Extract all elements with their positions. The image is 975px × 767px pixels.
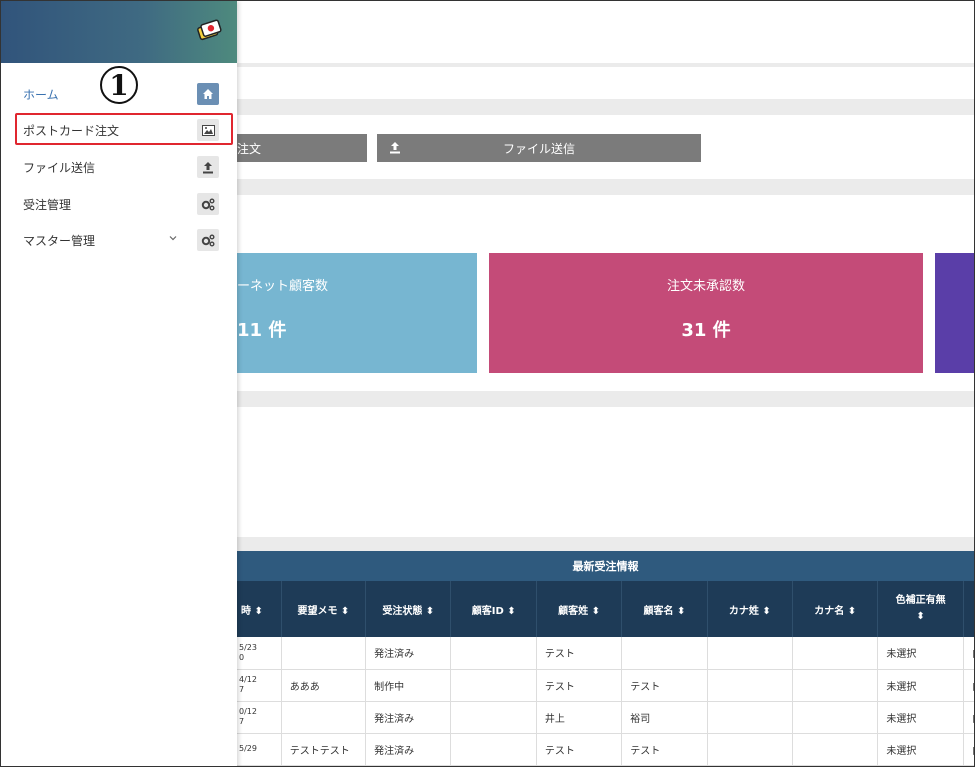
cell-last-name: テスト — [536, 637, 623, 670]
cell-status: 発注済み — [365, 701, 452, 734]
cell-status: 制作中 — [365, 669, 452, 702]
cell-extra: 白 — [963, 733, 974, 766]
cell-memo: あああ — [281, 669, 367, 702]
stat-card-net-customers: ーネット顧客数 11 件 — [237, 253, 477, 373]
cell-first-name: テスト — [621, 733, 708, 766]
cell-customer-id — [450, 733, 537, 766]
col-color-fix[interactable]: 色補正有無 ⬍ — [877, 581, 964, 637]
col-memo[interactable]: 要望メモ ⬍ — [281, 581, 367, 637]
cell-date-line2: 7 — [239, 685, 245, 694]
col-kana-first[interactable]: カナ名 ⬍ — [792, 581, 879, 637]
col-date[interactable]: 時 ⬍ — [237, 581, 282, 637]
sidebar: 1 ホーム ポストカード注文 ファイル送信 受注管理 マスター管理 — [1, 1, 237, 766]
cell-kana-last — [707, 733, 794, 766]
sidebar-item-order-management[interactable]: 受注管理 — [5, 189, 231, 219]
table-row[interactable]: 4/127あああ制作中テストテスト未選択白 — [237, 669, 974, 702]
cell-last-name: 井上 — [536, 701, 623, 734]
cell-kana-last — [707, 669, 794, 702]
main-content: 注文 ファイル送信 ーネット顧客数 11 件 注文未承認数 31 件 最新受注情… — [237, 1, 974, 766]
cell-first-name: 裕司 — [621, 701, 708, 734]
cell-kana-last — [707, 637, 794, 670]
cell-memo: テストテスト — [281, 733, 367, 766]
cell-memo — [281, 637, 367, 670]
col-status[interactable]: 受注状態 ⬍ — [365, 581, 452, 637]
table-row[interactable]: 5/29テストテスト発注済みテストテスト未選択白 — [237, 733, 974, 766]
cell-customer-id — [450, 637, 537, 670]
sidebar-item-label: 受注管理 — [23, 197, 72, 212]
sidebar-item-file-send[interactable]: ファイル送信 — [5, 152, 231, 182]
col-customer-id[interactable]: 顧客ID ⬍ — [450, 581, 537, 637]
cell-date: 4/12 7 — [237, 669, 282, 702]
postcard-order-button[interactable]: 注文 — [237, 134, 367, 162]
upload-icon — [197, 156, 219, 178]
table-row[interactable]: 5/230 発注済み テスト 未選択白 — [237, 637, 974, 670]
cell-memo — [281, 701, 367, 734]
sidebar-item-label: ファイル送信 — [23, 160, 96, 175]
latest-orders-caption: 最新受注情報 — [237, 551, 974, 581]
app-window: 注文 ファイル送信 ーネット顧客数 11 件 注文未承認数 31 件 最新受注情… — [0, 0, 975, 767]
cell-extra: 白 — [963, 701, 974, 734]
gears-icon — [197, 193, 219, 215]
orders-table: 時 ⬍ 要望メモ ⬍ 受注状態 ⬍ 顧客ID ⬍ 顧客姓 ⬍ 顧客名 ⬍ カナ姓… — [237, 581, 974, 766]
stat-card-third — [935, 253, 974, 373]
cell-customer-id — [450, 701, 537, 734]
cell-date: 5/23 0 — [237, 637, 282, 670]
cell-extra: 白 — [963, 669, 974, 702]
highlight-box-postcard-order — [15, 113, 233, 145]
table-row[interactable]: 0/127 発注済み 井上裕司 未選択白 — [237, 701, 974, 734]
sidebar-item-label: ホーム — [23, 87, 59, 102]
cell-first-name: テスト — [621, 669, 708, 702]
cell-date: 5/29 — [237, 733, 282, 766]
stats-panel: ーネット顧客数 11 件 注文未承認数 31 件 — [237, 195, 974, 391]
gears-icon — [197, 229, 219, 251]
sidebar-header — [1, 1, 237, 63]
cell-date-line1: 5/23 — [239, 642, 257, 652]
cell-date-line1: 0/12 — [239, 707, 257, 716]
sidebar-item-label: マスター管理 — [23, 233, 96, 248]
cell-extra: 白 — [963, 637, 974, 670]
cell-customer-id — [450, 669, 537, 702]
cell-kana-first — [792, 733, 879, 766]
cell-status: 発注済み — [365, 733, 452, 766]
file-send-button[interactable]: ファイル送信 — [377, 134, 701, 162]
cell-first-name — [621, 637, 708, 670]
cell-last-name: テスト — [536, 669, 623, 702]
chevron-down-icon[interactable] — [169, 234, 177, 242]
col-kana-last[interactable]: カナ姓 ⬍ — [707, 581, 794, 637]
col-first-name[interactable]: 顧客名 ⬍ — [621, 581, 708, 637]
cell-kana-first — [792, 669, 879, 702]
cell-date-line1: 4/12 — [239, 675, 257, 684]
col-extra[interactable] — [963, 581, 974, 637]
col-last-name[interactable]: 顧客姓 ⬍ — [536, 581, 623, 637]
sidebar-item-home[interactable]: ホーム — [5, 79, 231, 109]
cell-date-line2: 0 — [239, 652, 245, 662]
orders-header-row: 時 ⬍ 要望メモ ⬍ 受注状態 ⬍ 顧客ID ⬍ 顧客姓 ⬍ 顧客名 ⬍ カナ姓… — [237, 581, 974, 637]
action-panel: 注文 ファイル送信 — [237, 115, 974, 179]
stat-card-unapproved-orders: 注文未承認数 31 件 — [489, 253, 923, 373]
cell-color-fix: 未選択 — [877, 733, 964, 766]
sidebar-item-master-management[interactable]: マスター管理 — [5, 225, 231, 255]
cell-status: 発注済み — [365, 637, 452, 670]
breadcrumb-bar — [237, 67, 974, 99]
upload-icon — [390, 142, 400, 154]
blank-panel — [237, 407, 974, 537]
latest-orders-panel: 最新受注情報 時 ⬍ 要望メモ ⬍ 受注状態 ⬍ 顧客ID ⬍ 顧客姓 ⬍ 顧客… — [237, 551, 974, 766]
cell-color-fix: 未選択 — [877, 701, 964, 734]
cell-kana-last — [707, 701, 794, 734]
cell-date-line1: 5/29 — [239, 744, 257, 753]
cell-color-fix: 未選択 — [877, 669, 964, 702]
cell-last-name: テスト — [536, 733, 623, 766]
cell-kana-first — [792, 637, 879, 670]
logo-icon — [197, 19, 222, 41]
cell-date-line2: 7 — [239, 717, 245, 726]
top-header — [237, 1, 974, 63]
cell-date: 0/12 7 — [237, 701, 282, 734]
cell-color-fix: 未選択 — [877, 637, 964, 670]
cell-kana-first — [792, 701, 879, 734]
home-icon — [197, 83, 219, 105]
